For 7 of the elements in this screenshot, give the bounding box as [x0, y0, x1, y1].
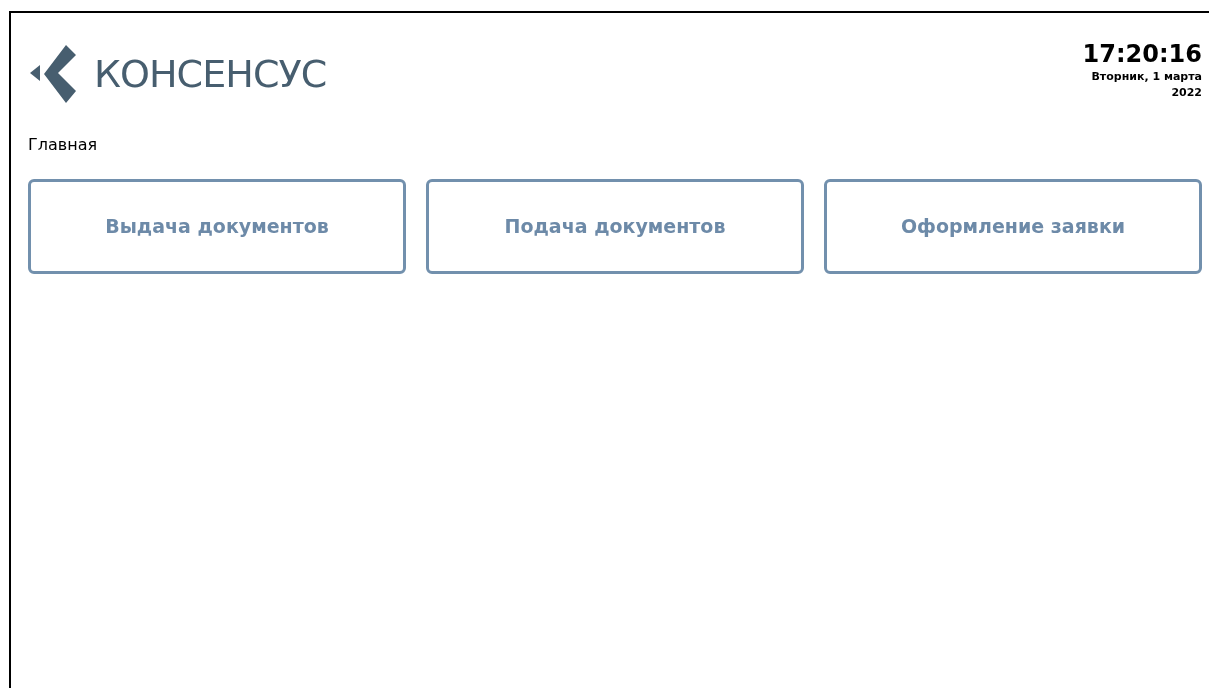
action-button[interactable]: Оформление заявки: [824, 179, 1202, 274]
clock-time: 17:20:16: [1082, 39, 1202, 69]
page-title: Главная: [28, 134, 98, 156]
action-button[interactable]: Подача документов: [426, 179, 804, 274]
clock-date: Вторник, 1 марта 2022: [1090, 69, 1202, 101]
action-button[interactable]: Выдача документов: [28, 179, 406, 274]
logo-text: КОНСЕНСУС: [94, 55, 327, 93]
